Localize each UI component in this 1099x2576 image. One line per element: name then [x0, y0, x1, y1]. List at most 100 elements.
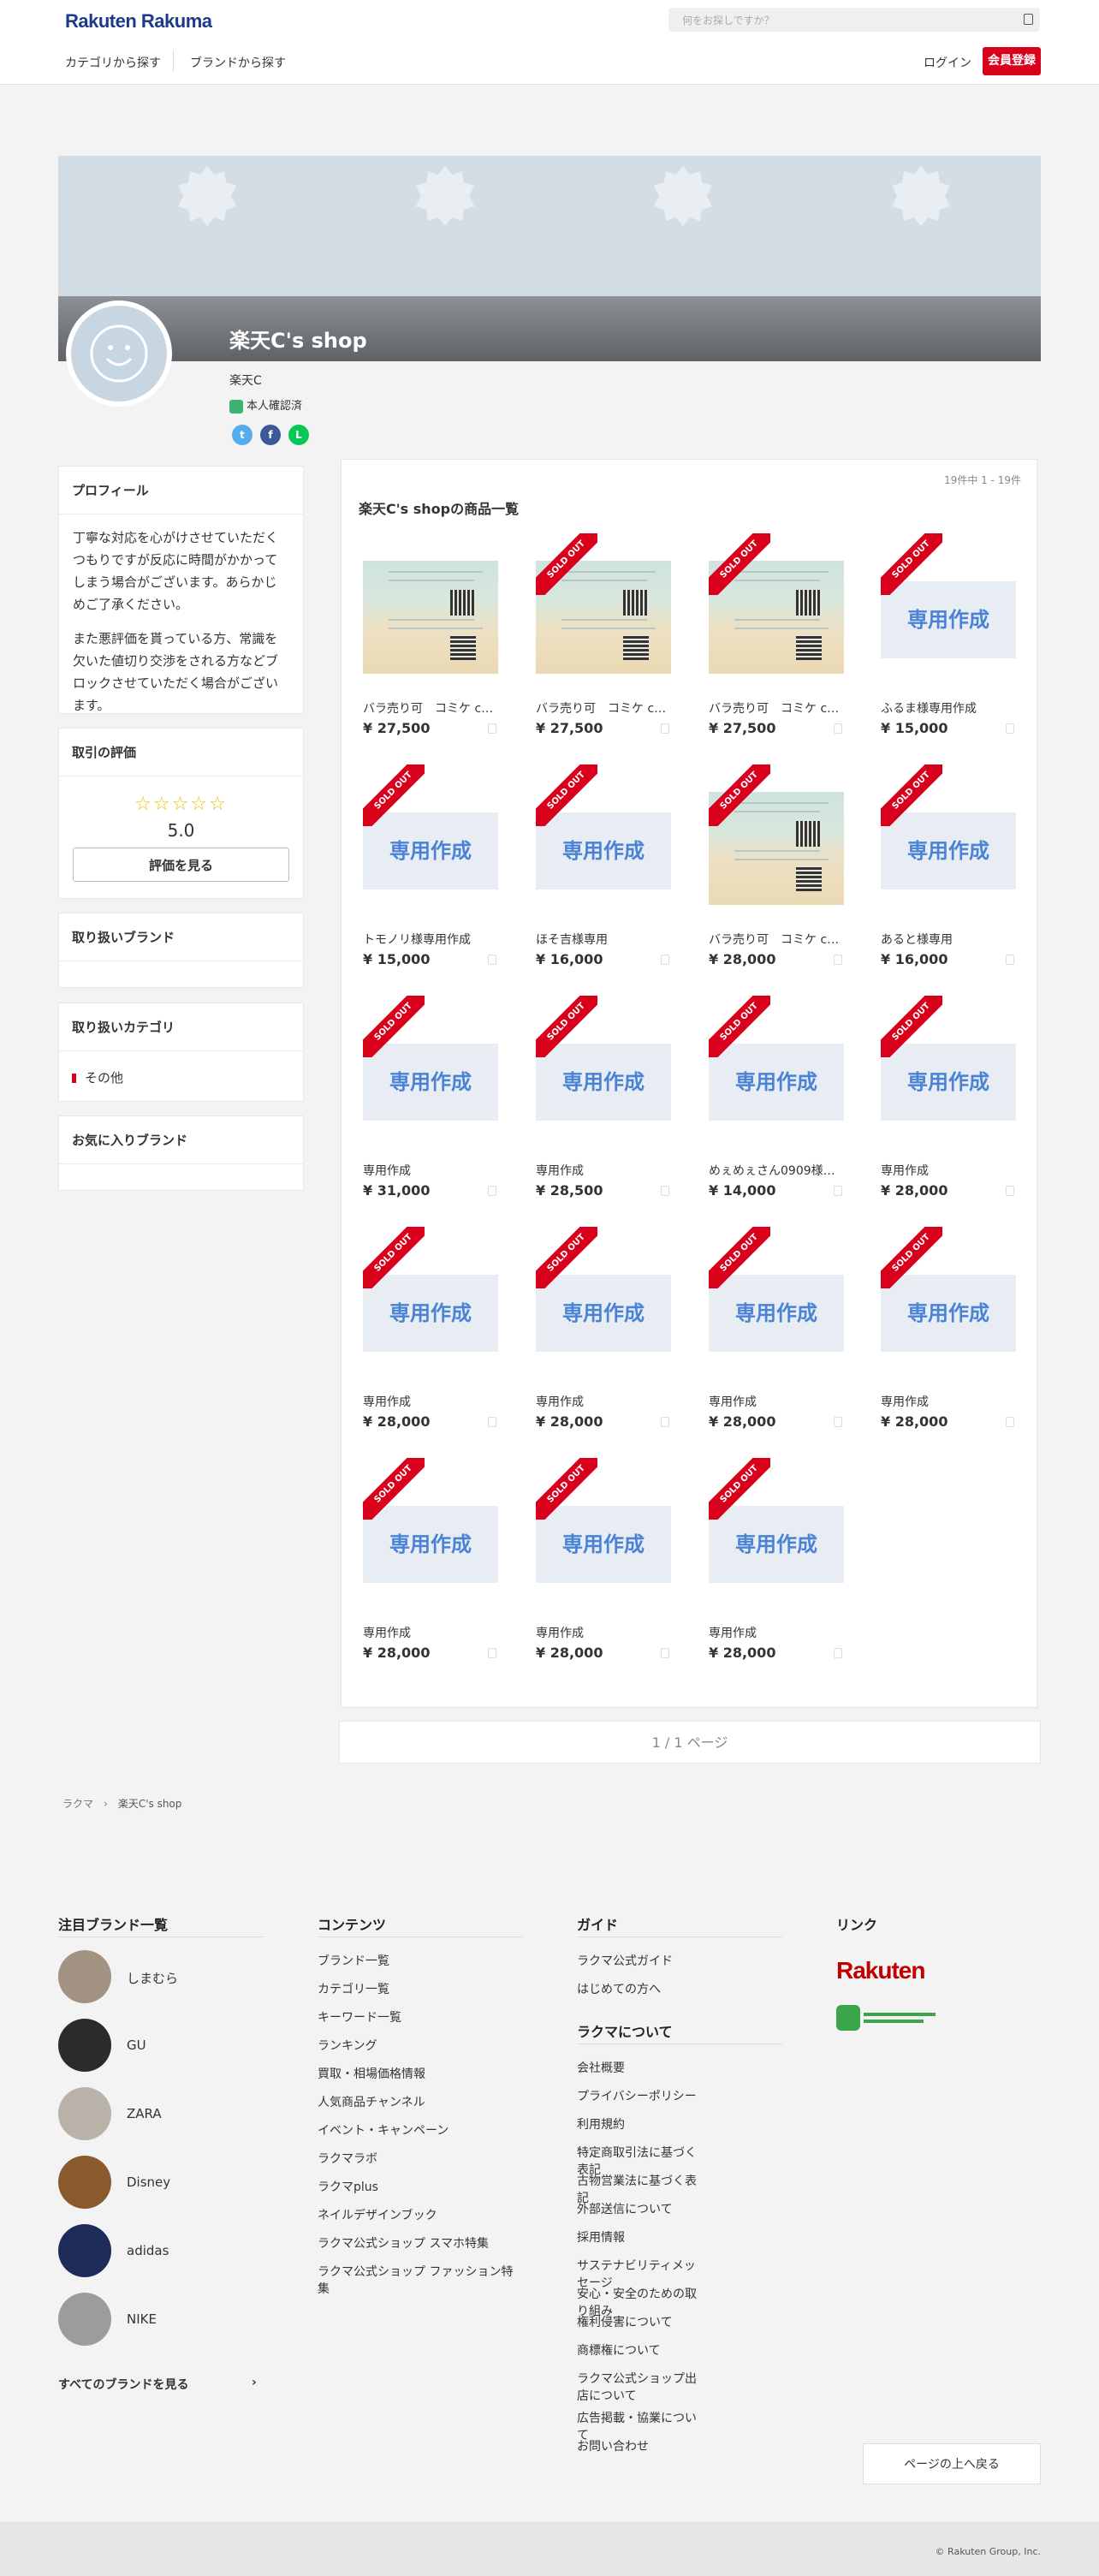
- line-icon[interactable]: L: [288, 425, 309, 445]
- footer-link[interactable]: ラクマplus: [318, 2178, 523, 2195]
- like-icon[interactable]: [834, 1186, 842, 1196]
- login-link[interactable]: ログイン: [924, 54, 971, 71]
- like-icon[interactable]: [661, 1186, 669, 1196]
- product-card[interactable]: SOLD OUT バラ売り可 コミケ c104 チケット ¥ 28,000: [709, 764, 846, 982]
- rakuma-logo[interactable]: Rakuten Rakuma: [65, 10, 212, 33]
- footer-link[interactable]: ラクマ公式ショップ出店について: [577, 2370, 697, 2404]
- footer-link[interactable]: ラクマ公式ショップ ファッション特集: [318, 2263, 523, 2297]
- product-card[interactable]: 専用作成 SOLD OUT 専用作成 ¥ 28,000: [881, 996, 1018, 1213]
- like-icon[interactable]: [488, 1417, 496, 1427]
- footer-link[interactable]: ランキング: [318, 2037, 523, 2054]
- like-icon[interactable]: [661, 1417, 669, 1427]
- footer-link[interactable]: ブランド一覧: [318, 1952, 523, 1969]
- brand-zara[interactable]: ZARA: [58, 2087, 229, 2142]
- footer-link[interactable]: はじめての方へ: [577, 1980, 661, 1997]
- like-icon[interactable]: [488, 955, 496, 965]
- footer-links-title: リンク: [836, 1917, 878, 1933]
- footer-link[interactable]: ラクマ公式ショップ スマホ特集: [318, 2234, 523, 2252]
- view-rating-button[interactable]: 評価を見る: [73, 848, 289, 882]
- product-card[interactable]: 専用作成 SOLD OUT 専用作成 ¥ 28,000: [363, 1458, 500, 1675]
- back-to-top-button[interactable]: ページの上へ戻る: [863, 2443, 1041, 2484]
- pagination[interactable]: 1 / 1 ページ: [339, 1721, 1041, 1764]
- product-price: ¥ 15,000: [363, 951, 431, 967]
- brand-disney[interactable]: Disney: [58, 2156, 229, 2210]
- product-card[interactable]: 専用作成 SOLD OUT 専用作成 ¥ 28,000: [363, 1227, 500, 1444]
- green-energy-logo[interactable]: [836, 2005, 939, 2031]
- search-input[interactable]: 何をお探しですか？: [668, 8, 1040, 32]
- brand-image: [58, 2156, 111, 2209]
- footer-link[interactable]: イベント・キャンペーン: [318, 2121, 523, 2139]
- like-icon[interactable]: [661, 955, 669, 965]
- product-name: トモノリ様専用作成: [363, 933, 471, 947]
- product-card[interactable]: 専用作成 SOLD OUT トモノリ様専用作成 ¥ 15,000: [363, 764, 500, 982]
- sold-out-badge: SOLD OUT: [363, 1458, 425, 1520]
- smiley-icon: [90, 324, 148, 383]
- like-icon[interactable]: [488, 723, 496, 734]
- product-card[interactable]: 専用作成 SOLD OUT ふるま様専用作成 ¥ 15,000: [881, 533, 1018, 751]
- like-icon[interactable]: [661, 1648, 669, 1658]
- footer-link[interactable]: キーワード一覧: [318, 2008, 523, 2026]
- nav-brand[interactable]: ブランドから探す: [190, 54, 286, 71]
- like-icon[interactable]: [834, 1417, 842, 1427]
- footer-link[interactable]: 権利侵害について: [577, 2313, 697, 2330]
- footer-link[interactable]: 会社概要: [577, 2059, 697, 2076]
- footer-link[interactable]: ネイルデザインブック: [318, 2206, 523, 2223]
- footer-link[interactable]: お問い合わせ: [577, 2437, 697, 2454]
- like-icon[interactable]: [1006, 723, 1014, 734]
- brand-gu[interactable]: GU: [58, 2019, 229, 2073]
- nav-category[interactable]: カテゴリから探す: [65, 54, 161, 71]
- product-card[interactable]: 専用作成 SOLD OUT あると様専用 ¥ 16,000: [881, 764, 1018, 982]
- brand-label: GU: [127, 2038, 146, 2053]
- like-icon[interactable]: [1006, 955, 1014, 965]
- like-icon[interactable]: [834, 955, 842, 965]
- product-card[interactable]: 専用作成 SOLD OUT 専用作成 ¥ 28,500: [536, 996, 673, 1213]
- product-card[interactable]: 専用作成 SOLD OUT ほそ吉様専用 ¥ 16,000: [536, 764, 673, 982]
- shop-user[interactable]: 楽天C: [229, 372, 262, 389]
- footer-link[interactable]: 商標権について: [577, 2341, 697, 2359]
- like-icon[interactable]: [488, 1648, 496, 1658]
- verified-label: 本人確認済: [247, 400, 303, 413]
- brand-nike[interactable]: NIKE: [58, 2293, 229, 2347]
- footer-link[interactable]: 採用情報: [577, 2228, 697, 2246]
- footer-guide-title: ガイド: [577, 1917, 619, 1933]
- breadcrumb-home[interactable]: ラクマ: [62, 1798, 93, 1810]
- product-name: バラ売り可 コミケ c104 チケット: [536, 702, 673, 716]
- footer-link[interactable]: ラクマラボ: [318, 2150, 523, 2167]
- product-price: ¥ 28,000: [709, 951, 776, 967]
- sold-out-label: SOLD OUT: [536, 533, 597, 595]
- twitter-icon[interactable]: t: [232, 425, 252, 445]
- like-icon[interactable]: [834, 1648, 842, 1658]
- like-icon[interactable]: [1006, 1417, 1014, 1427]
- product-card[interactable]: 専用作成 SOLD OUT 専用作成 ¥ 28,000: [536, 1227, 673, 1444]
- profile-title: プロフィール: [59, 467, 303, 515]
- product-card[interactable]: SOLD OUT バラ売り可 コミケ c104 チケット ¥ 27,500: [709, 533, 846, 751]
- rakuten-logo[interactable]: Rakuten: [836, 1957, 925, 1984]
- brand-shimamura[interactable]: しまむら: [58, 1950, 229, 2005]
- footer-link[interactable]: 外部送信について: [577, 2200, 697, 2217]
- footer-link[interactable]: 利用規約: [577, 2115, 697, 2133]
- category-item[interactable]: その他: [59, 1051, 303, 1104]
- like-icon[interactable]: [834, 723, 842, 734]
- like-icon[interactable]: [661, 723, 669, 734]
- search-icon[interactable]: [1024, 14, 1033, 25]
- footer-link[interactable]: プライバシーポリシー: [577, 2087, 697, 2104]
- all-brands-link[interactable]: すべてのブランドを見る ›: [58, 2376, 257, 2393]
- facebook-icon[interactable]: f: [260, 425, 281, 445]
- product-card[interactable]: 専用作成 SOLD OUT 専用作成 ¥ 28,000: [881, 1227, 1018, 1444]
- product-card[interactable]: 専用作成 SOLD OUT めぇめぇさん0909様専用 ¥ 14,000: [709, 996, 846, 1213]
- product-card[interactable]: 専用作成 SOLD OUT 専用作成 ¥ 28,000: [536, 1458, 673, 1675]
- product-card[interactable]: 専用作成 SOLD OUT 専用作成 ¥ 31,000: [363, 996, 500, 1213]
- footer-link[interactable]: 人気商品チャンネル: [318, 2093, 523, 2110]
- register-button[interactable]: 会員登録: [983, 47, 1041, 75]
- like-icon[interactable]: [488, 1186, 496, 1196]
- footer-link[interactable]: カテゴリ一覧: [318, 1980, 523, 1997]
- sold-out-label: SOLD OUT: [709, 996, 770, 1057]
- like-icon[interactable]: [1006, 1186, 1014, 1196]
- product-card[interactable]: バラ売り可 コミケ c104 チケット ¥ 27,500: [363, 554, 500, 751]
- product-card[interactable]: SOLD OUT バラ売り可 コミケ c104 チケット ¥ 27,500: [536, 533, 673, 751]
- brand-adidas[interactable]: adidas: [58, 2224, 229, 2279]
- product-card[interactable]: 専用作成 SOLD OUT 専用作成 ¥ 28,000: [709, 1458, 846, 1675]
- product-card[interactable]: 専用作成 SOLD OUT 専用作成 ¥ 28,000: [709, 1227, 846, 1444]
- footer-link[interactable]: ラクマ公式ガイド: [577, 1952, 673, 1969]
- footer-link[interactable]: 買取・相場価格情報: [318, 2065, 523, 2082]
